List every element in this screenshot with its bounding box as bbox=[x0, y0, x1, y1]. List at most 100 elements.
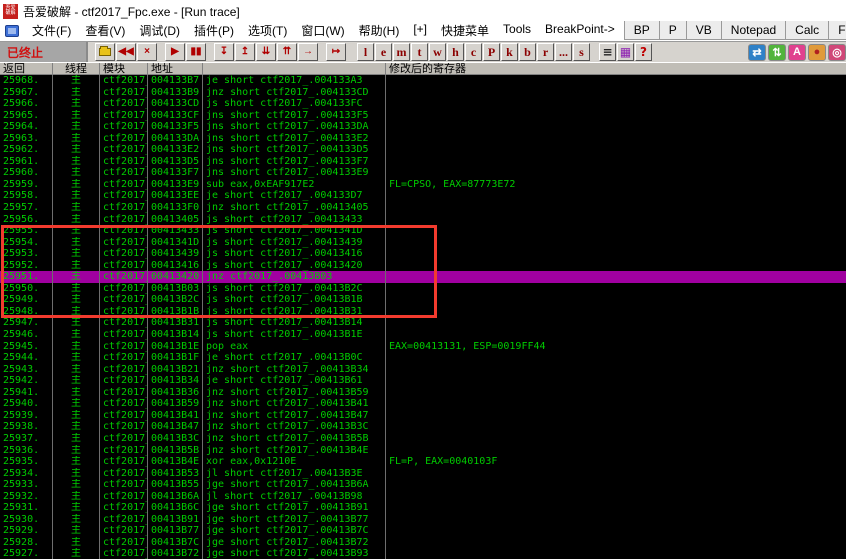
trace-row[interactable]: 25946.主ctf2017_00413B14js short ctf2017_… bbox=[0, 329, 846, 341]
window-button-P[interactable]: P bbox=[483, 43, 500, 61]
cell-module: ctf2017_ bbox=[100, 156, 148, 168]
window-button-s[interactable]: s bbox=[573, 43, 590, 61]
menu-item[interactable]: 选项(T) bbox=[241, 20, 294, 41]
trace-row[interactable]: 25934.主ctf2017_00413B53jl short ctf2017_… bbox=[0, 468, 846, 480]
window-button-h[interactable]: h bbox=[447, 43, 464, 61]
trace-row[interactable]: 25956.主ctf2017_00413405js short ctf2017_… bbox=[0, 214, 846, 226]
close-button[interactable]: × bbox=[137, 43, 157, 61]
menu-item[interactable]: Tools bbox=[496, 20, 538, 41]
target-button[interactable]: ◎ bbox=[828, 44, 846, 61]
trace-row[interactable]: 25960.主ctf2017_004133F7jns short ctf2017… bbox=[0, 167, 846, 179]
restart-button[interactable]: ◀◀ bbox=[116, 43, 136, 61]
assembler-button[interactable]: A bbox=[788, 44, 806, 61]
quick-button-p[interactable]: P bbox=[659, 21, 686, 40]
trace-row[interactable]: 25962.主ctf2017_004133E2jns short ctf2017… bbox=[0, 144, 846, 156]
window-button-e[interactable]: e bbox=[375, 43, 392, 61]
trace-row[interactable]: 25949.主ctf2017_00413B2Cjs short ctf2017_… bbox=[0, 294, 846, 306]
trace-grid[interactable]: 25968.主ctf2017_004133B7je short ctf2017_… bbox=[0, 75, 846, 559]
cell-address: 00413B3C bbox=[148, 433, 203, 445]
trace-row[interactable]: 25947.主ctf2017_00413B31js short ctf2017_… bbox=[0, 317, 846, 329]
run-button[interactable]: ▶ bbox=[165, 43, 185, 61]
help-button[interactable]: ? bbox=[635, 43, 652, 61]
goto-eip-button[interactable]: ↦ bbox=[326, 43, 346, 61]
menu-item[interactable]: 帮助(H) bbox=[352, 20, 407, 41]
trace-row[interactable]: 25937.主ctf2017_00413B3Cjnz short ctf2017… bbox=[0, 433, 846, 445]
window-button-w[interactable]: w bbox=[429, 43, 446, 61]
pause-button[interactable]: ▮▮ bbox=[186, 43, 206, 61]
trace-row[interactable]: 25935.主ctf2017_00413B4Exor eax,0x1210EFL… bbox=[0, 456, 846, 468]
trace-row[interactable]: 25930.主ctf2017_00413B91jge short ctf2017… bbox=[0, 514, 846, 526]
trace-row[interactable]: 25957.主ctf2017_004133F0jnz short ctf2017… bbox=[0, 202, 846, 214]
cell-thread: 主 bbox=[53, 479, 100, 491]
step-over-button[interactable]: ↥ bbox=[235, 43, 255, 61]
trace-row[interactable]: 25948.主ctf2017_00413B1Bjs short ctf2017_… bbox=[0, 306, 846, 318]
menu-item[interactable]: 文件(F) bbox=[25, 20, 78, 41]
trace-row[interactable]: 25943.主ctf2017_00413B21jnz short ctf2017… bbox=[0, 364, 846, 376]
system-menu-icon[interactable] bbox=[5, 25, 19, 37]
trace-row[interactable]: 25933.主ctf2017_00413B55jge short ctf2017… bbox=[0, 479, 846, 491]
trace-row[interactable]: 25939.主ctf2017_00413B41jnz short ctf2017… bbox=[0, 410, 846, 422]
trace-row[interactable]: 25940.主ctf2017_00413B59jnz short ctf2017… bbox=[0, 398, 846, 410]
trace-row[interactable]: 25929.主ctf2017_00413B77jge short ctf2017… bbox=[0, 525, 846, 537]
menu-item[interactable]: [+] bbox=[406, 20, 434, 41]
trace-row[interactable]: 25952.主ctf2017_00413416js short ctf2017_… bbox=[0, 260, 846, 272]
trace-row[interactable]: 25951.主ctf2017_00413420jnz ctf2017_.0041… bbox=[0, 271, 846, 283]
trace-row[interactable]: 25953.主ctf2017_00413439js short ctf2017_… bbox=[0, 248, 846, 260]
window-button-k[interactable]: k bbox=[501, 43, 518, 61]
trace-row[interactable]: 25938.主ctf2017_00413B47jnz short ctf2017… bbox=[0, 421, 846, 433]
window-button-run-trace[interactable]: ... bbox=[555, 43, 572, 61]
trace-row[interactable]: 25954.主ctf2017_0041341Djs short ctf2017_… bbox=[0, 237, 846, 249]
trace-rows: 25968.主ctf2017_004133B7je short ctf2017_… bbox=[0, 75, 846, 559]
cell-registers bbox=[386, 364, 846, 376]
trace-row[interactable]: 25950.主ctf2017_00413B03js short ctf2017_… bbox=[0, 283, 846, 295]
animate-over-button[interactable]: ⇈ bbox=[277, 43, 297, 61]
trace-row[interactable]: 25967.主ctf2017_004133B9jnz short ctf2017… bbox=[0, 87, 846, 99]
trace-row[interactable]: 25955.主ctf2017_00413433js short ctf2017_… bbox=[0, 225, 846, 237]
trace-row[interactable]: 25927.主ctf2017_00413B72jge short ctf2017… bbox=[0, 548, 846, 559]
menu-item[interactable]: 快捷菜单 bbox=[434, 20, 496, 41]
menu-item[interactable]: 调试(D) bbox=[132, 20, 187, 41]
trace-row[interactable]: 25928.主ctf2017_00413B7Cjge short ctf2017… bbox=[0, 537, 846, 549]
execute-till-return-button[interactable]: → bbox=[298, 43, 318, 61]
trace-row[interactable]: 25936.主ctf2017_00413B5Bjnz short ctf2017… bbox=[0, 445, 846, 457]
window-button-m[interactable]: m bbox=[393, 43, 410, 61]
open-file-button[interactable] bbox=[95, 43, 115, 61]
step-into-button[interactable]: ↧ bbox=[214, 43, 234, 61]
quick-button-folder[interactable]: Folder bbox=[828, 21, 846, 40]
window-button-t[interactable]: t bbox=[411, 43, 428, 61]
window-button-b[interactable]: b bbox=[519, 43, 536, 61]
animate-into-button[interactable]: ⇊ bbox=[256, 43, 276, 61]
trace-row[interactable]: 25932.主ctf2017_00413B6Ajl short ctf2017_… bbox=[0, 491, 846, 503]
trace-row[interactable]: 25942.主ctf2017_00413B34je short ctf2017_… bbox=[0, 375, 846, 387]
quick-button-vb[interactable]: VB bbox=[686, 21, 721, 40]
menu-item[interactable]: 插件(P) bbox=[187, 20, 241, 41]
cell-return-number: 25955. bbox=[0, 225, 53, 237]
trace-row[interactable]: 25964.主ctf2017_004133F5jns short ctf2017… bbox=[0, 121, 846, 133]
trace-row[interactable]: 25945.主ctf2017_00413B1Epop eaxEAX=004131… bbox=[0, 341, 846, 353]
menu-item[interactable]: 查看(V) bbox=[78, 20, 132, 41]
menu-item[interactable]: BreakPoint-> bbox=[538, 20, 622, 41]
menu-item[interactable]: 窗口(W) bbox=[294, 20, 351, 41]
cell-return-number: 25940. bbox=[0, 398, 53, 410]
trace-row[interactable]: 25961.主ctf2017_004133D5jns short ctf2017… bbox=[0, 156, 846, 168]
trace-row[interactable]: 25959.主ctf2017_004133E9sub eax,0xEAF917E… bbox=[0, 179, 846, 191]
swap-button[interactable]: ⇄ bbox=[748, 44, 766, 61]
updown-button[interactable]: ⇅ bbox=[768, 44, 786, 61]
trace-row[interactable]: 25931.主ctf2017_00413B6Cjge short ctf2017… bbox=[0, 502, 846, 514]
window-button-l[interactable]: l bbox=[357, 43, 374, 61]
appearance-button[interactable]: ▦ bbox=[617, 43, 634, 61]
quick-button-notepad[interactable]: Notepad bbox=[721, 21, 785, 40]
trace-row[interactable]: 25966.主ctf2017_004133CDjs short ctf2017_… bbox=[0, 98, 846, 110]
record-button[interactable]: ● bbox=[808, 44, 826, 61]
window-button-r[interactable]: r bbox=[537, 43, 554, 61]
trace-row[interactable]: 25941.主ctf2017_00413B36jnz short ctf2017… bbox=[0, 387, 846, 399]
window-button-c[interactable]: c bbox=[465, 43, 482, 61]
trace-row[interactable]: 25965.主ctf2017_004133CFjns short ctf2017… bbox=[0, 110, 846, 122]
trace-row[interactable]: 25968.主ctf2017_004133B7je short ctf2017_… bbox=[0, 75, 846, 87]
trace-row[interactable]: 25958.主ctf2017_004133EEje short ctf2017_… bbox=[0, 190, 846, 202]
list-windows-button[interactable]: ≡ bbox=[599, 43, 616, 61]
trace-row[interactable]: 25963.主ctf2017_004133DAjns short ctf2017… bbox=[0, 133, 846, 145]
trace-row[interactable]: 25944.主ctf2017_00413B1Fje short ctf2017_… bbox=[0, 352, 846, 364]
quick-button-bp[interactable]: BP bbox=[624, 21, 659, 40]
quick-button-calc[interactable]: Calc bbox=[785, 21, 828, 40]
